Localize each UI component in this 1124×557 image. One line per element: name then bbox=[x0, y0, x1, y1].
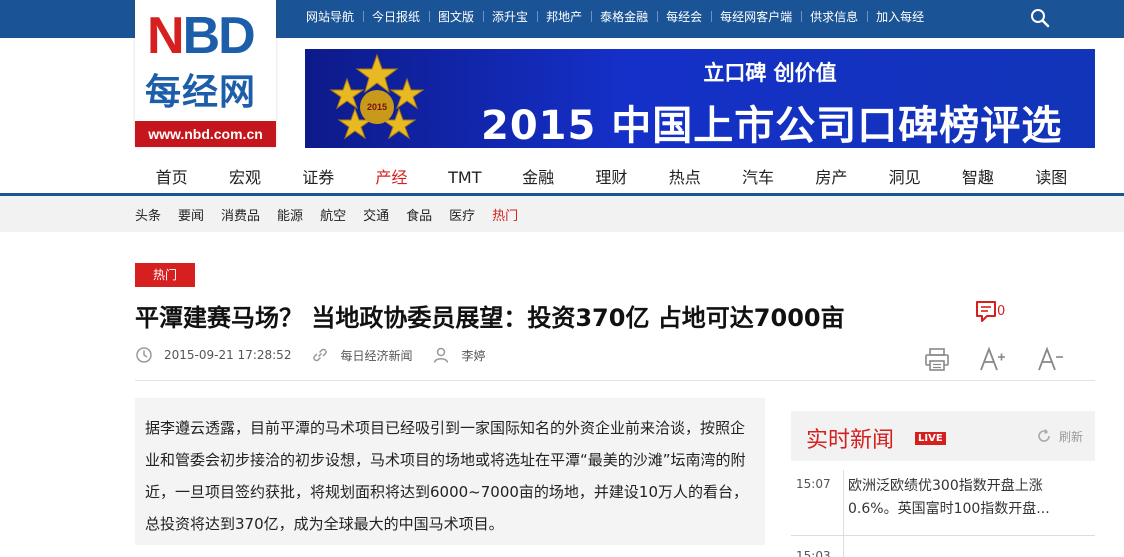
news-text[interactable]: 欧洲泛欧绩优300指数开盘上涨0.6%。英国富时100指数开盘... bbox=[848, 475, 1088, 521]
realtime-news-title: 实时新闻 bbox=[806, 428, 895, 453]
emblem-year: 2015 bbox=[367, 102, 387, 112]
topnav-item-today-paper[interactable]: 今日报纸 bbox=[363, 8, 429, 25]
mainnav-item-photos[interactable]: 读图 bbox=[1015, 160, 1088, 196]
topnav-item-tianshengbao[interactable]: 添升宝 bbox=[483, 8, 537, 25]
topnav-item-club[interactable]: 每经会 bbox=[657, 8, 711, 25]
mainnav-item-hot[interactable]: 热点 bbox=[648, 160, 721, 196]
mainnav-item-macro[interactable]: 宏观 bbox=[208, 160, 281, 196]
refresh-button[interactable]: 刷新 bbox=[1059, 428, 1083, 445]
font-decrease-icon[interactable] bbox=[1036, 345, 1064, 373]
search-icon[interactable] bbox=[1030, 8, 1050, 28]
mainnav-item-fun[interactable]: 智趣 bbox=[941, 160, 1014, 196]
topnav-item-supply-demand[interactable]: 供求信息 bbox=[801, 8, 867, 25]
logo-name: 每经网 bbox=[145, 71, 257, 113]
logo-url: www.nbd.com.cn bbox=[135, 121, 276, 147]
banner-title: 2015 中国上市公司口碑榜评选 bbox=[481, 103, 1063, 148]
live-badge: LIVE bbox=[915, 432, 946, 445]
article-datetime: 2015-09-21 17:28:52 bbox=[164, 348, 292, 362]
comment-icon[interactable] bbox=[975, 300, 997, 324]
subnav-item-aviation[interactable]: 航空 bbox=[320, 205, 346, 224]
logo-mark-text: N bbox=[147, 7, 185, 65]
user-icon bbox=[434, 347, 449, 363]
main-nav: 首页 宏观 证券 产经 TMT 金融 理财 热点 汽车 房产 洞见 智趣 读图 bbox=[135, 160, 1095, 196]
mainnav-item-home[interactable]: 首页 bbox=[135, 160, 208, 196]
refresh-icon[interactable] bbox=[1036, 428, 1052, 444]
subnav-item-key-news[interactable]: 要闻 bbox=[178, 205, 204, 224]
topnav-item-app[interactable]: 每经网客户端 bbox=[711, 8, 801, 25]
banner-slogan: 立口碑 创价值 bbox=[703, 61, 837, 85]
mainnav-item-auto[interactable]: 汽车 bbox=[721, 160, 794, 196]
sub-nav: 头条 要闻 消费品 能源 航空 交通 食品 医疗 热门 bbox=[135, 196, 535, 232]
ad-banner[interactable]: 2015 立口碑 创价值 2015 中国上市公司口碑榜评选 bbox=[305, 49, 1095, 148]
mainnav-item-tmt[interactable]: TMT bbox=[428, 160, 501, 196]
comment-count[interactable]: 0 bbox=[997, 304, 1005, 319]
article-source[interactable]: 每日经济新闻 bbox=[340, 347, 412, 364]
news-timeline bbox=[843, 470, 844, 557]
realtime-news-header: 实时新闻 LIVE 刷新 bbox=[791, 411, 1095, 461]
topnav-item-site-map[interactable]: 网站导航 bbox=[297, 8, 363, 25]
mainnav-item-finance[interactable]: 金融 bbox=[501, 160, 574, 196]
logo-mark-rest: BD bbox=[182, 7, 256, 65]
category-tag[interactable]: 热门 bbox=[135, 263, 195, 287]
subnav-item-food[interactable]: 食品 bbox=[406, 205, 432, 224]
mainnav-item-wealth[interactable]: 理财 bbox=[575, 160, 648, 196]
font-increase-icon[interactable] bbox=[978, 345, 1006, 373]
subnav-item-headlines[interactable]: 头条 bbox=[135, 205, 161, 224]
mainnav-item-industry[interactable]: 产经 bbox=[354, 160, 429, 196]
article-headline: 平潭建赛马场？ 当地政协委员展望：投资370亿 占地可达7000亩 bbox=[135, 304, 845, 332]
article-author: 李婷 bbox=[461, 348, 486, 363]
topnav-item-bang-realestate[interactable]: 邦地产 bbox=[537, 8, 591, 25]
subnav-item-medical[interactable]: 医疗 bbox=[449, 205, 475, 224]
link-icon bbox=[313, 348, 328, 362]
news-time: 15:07 bbox=[796, 477, 831, 491]
site-logo[interactable]: NBD 每经网 www.nbd.com.cn bbox=[135, 0, 276, 147]
meta-divider bbox=[135, 380, 1095, 381]
topnav-item-photo-edition[interactable]: 图文版 bbox=[429, 8, 483, 25]
top-nav: 网站导航 今日报纸 图文版 添升宝 邦地产 泰格金融 每经会 每经网客户端 供求… bbox=[297, 0, 933, 32]
subnav-item-transport[interactable]: 交通 bbox=[363, 205, 389, 224]
subnav-item-consumer[interactable]: 消费品 bbox=[221, 205, 260, 224]
news-time: 15:03 bbox=[796, 549, 831, 557]
topnav-item-taige-finance[interactable]: 泰格金融 bbox=[591, 8, 657, 25]
clock-icon bbox=[136, 347, 152, 363]
news-divider bbox=[791, 535, 1095, 536]
subnav-item-energy[interactable]: 能源 bbox=[277, 205, 303, 224]
article-meta: 2015-09-21 17:28:52 每日经济新闻 李婷 bbox=[135, 345, 505, 365]
topnav-item-join[interactable]: 加入每经 bbox=[867, 8, 933, 25]
mainnav-item-securities[interactable]: 证券 bbox=[282, 160, 355, 196]
mainnav-item-insight[interactable]: 洞见 bbox=[868, 160, 941, 196]
print-icon[interactable] bbox=[923, 345, 951, 373]
article-summary: 据李遵云透露，目前平潭的马术项目已经吸引到一家国际知名的外资企业前来洽谈，按照企… bbox=[135, 398, 765, 545]
logo-mark: NBD bbox=[147, 6, 256, 66]
subnav-item-popular[interactable]: 热门 bbox=[492, 205, 518, 224]
mainnav-item-realestate[interactable]: 房产 bbox=[795, 160, 868, 196]
